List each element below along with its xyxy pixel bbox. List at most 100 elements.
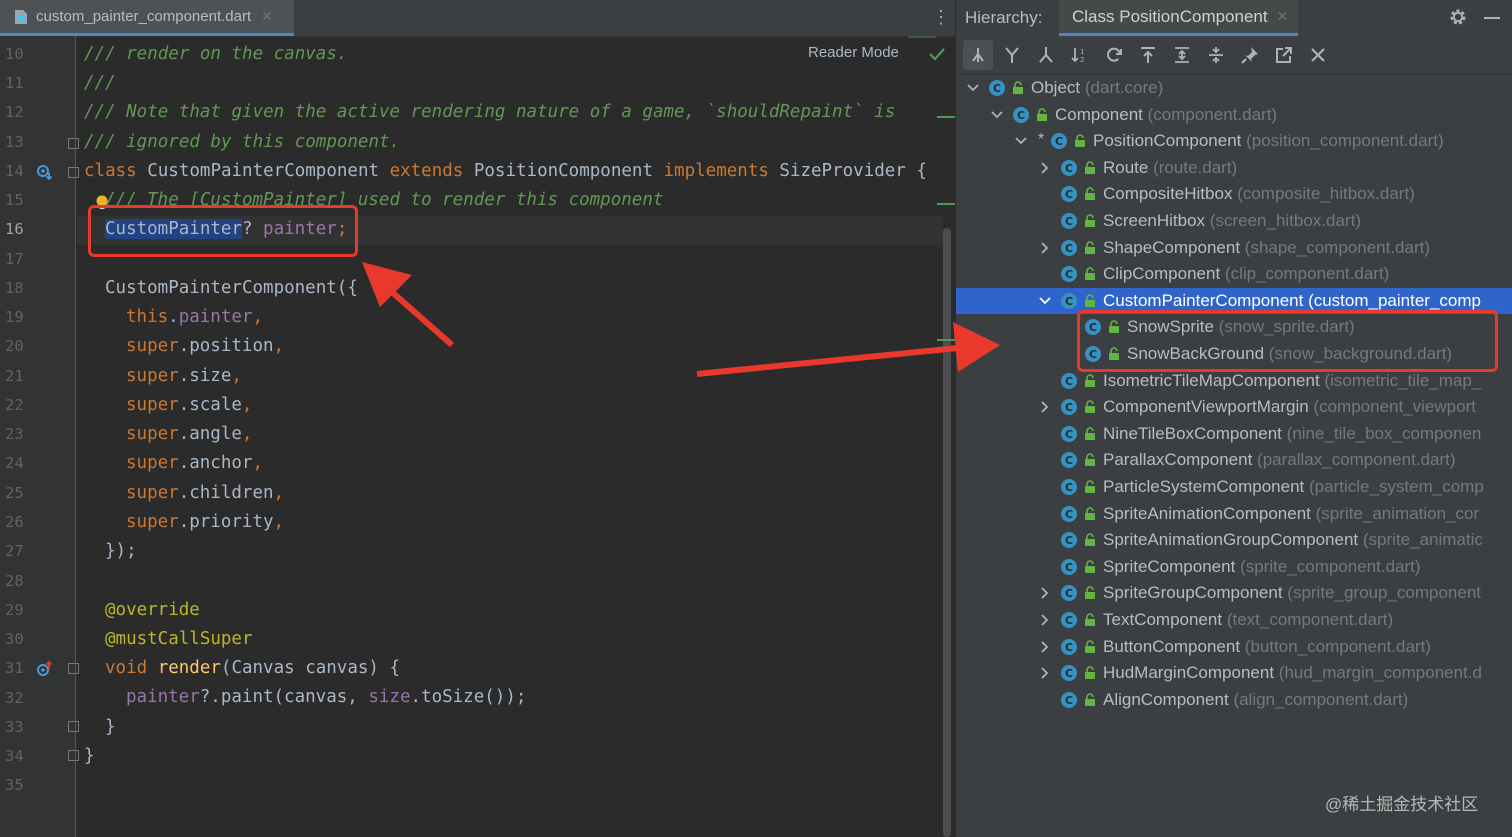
- code-editor[interactable]: custom_painter_component.dart ✕ ⋮ 10 11 …: [0, 0, 955, 837]
- tree-item[interactable]: C SpriteGroupComponent (sprite_group_comp…: [956, 580, 1512, 607]
- tree-item[interactable]: C Object (dart.core): [956, 75, 1512, 102]
- class-hierarchy-icon[interactable]: [1031, 40, 1061, 70]
- sort-alphabetically-icon[interactable]: 12: [1065, 40, 1095, 70]
- pin-icon[interactable]: [1235, 40, 1265, 70]
- tree-item[interactable]: C ShapeComponent (shape_component.dart): [956, 235, 1512, 262]
- chevron-right-icon[interactable]: [1038, 640, 1052, 654]
- tree-item[interactable]: C CompositeHitbox (composite_hitbox.dart): [956, 181, 1512, 208]
- line-number: 31: [5, 659, 24, 677]
- minimize-icon[interactable]: [1484, 17, 1500, 19]
- tree-item[interactable]: C NineTileBoxComponent (nine_tile_box_com…: [956, 421, 1512, 448]
- tree-item[interactable]: C SpriteComponent (sprite_component.dart): [956, 554, 1512, 581]
- fold-marker-icon[interactable]: [68, 750, 79, 761]
- export-icon[interactable]: [1269, 40, 1299, 70]
- public-visibility-icon: [1085, 666, 1095, 680]
- fold-marker-icon[interactable]: [68, 663, 79, 674]
- keyword: this: [126, 307, 169, 327]
- tree-item[interactable]: C ButtonComponent (button_component.dart): [956, 634, 1512, 661]
- collapse-all-icon[interactable]: [1201, 40, 1231, 70]
- line-number: 35: [5, 776, 24, 794]
- close-tab-icon[interactable]: ✕: [1277, 8, 1289, 25]
- public-visibility-icon: [1085, 480, 1095, 493]
- tree-item[interactable]: * C PositionComponent (position_component.…: [956, 128, 1512, 155]
- close-tab-icon[interactable]: ✕: [261, 8, 273, 25]
- tree-item[interactable]: C ClipComponent (clip_component.dart): [956, 261, 1512, 288]
- class-icon: C: [1061, 691, 1077, 708]
- tree-item-label: PositionComponent (position_component.da…: [1093, 131, 1444, 151]
- expand-all-icon[interactable]: [1167, 40, 1197, 70]
- file-name: (dart.core): [1084, 78, 1164, 97]
- class-icon: C: [1061, 372, 1077, 389]
- class-icon: C: [1061, 585, 1077, 602]
- supertypes-hierarchy-icon[interactable]: [997, 40, 1027, 70]
- tree-item[interactable]: C Route (route.dart): [956, 155, 1512, 182]
- tree-item[interactable]: C AlignComponent (align_component.dart): [956, 687, 1512, 714]
- line-number: 25: [5, 484, 24, 502]
- class-name: ButtonComponent: [1103, 636, 1241, 656]
- refresh-icon[interactable]: [1099, 40, 1129, 70]
- scope-up-icon[interactable]: [1133, 40, 1163, 70]
- file-name: (component_viewport: [1313, 397, 1476, 417]
- public-visibility-icon: [1085, 613, 1095, 626]
- close-icon[interactable]: [1303, 40, 1333, 70]
- reader-mode-button[interactable]: Reader Mode: [808, 44, 899, 61]
- tree-item[interactable]: C ComponentViewportMargin (component_view…: [956, 394, 1512, 421]
- hierarchy-tree[interactable]: C Object (dart.core) C Component (component…: [956, 75, 1512, 712]
- chevron-right-icon[interactable]: [1038, 400, 1052, 414]
- public-visibility-icon: [1085, 294, 1095, 307]
- keyword: super: [126, 366, 179, 386]
- tree-item[interactable]: C ParticleSystemComponent (particle_syste…: [956, 474, 1512, 501]
- chevron-down-icon[interactable]: [1038, 294, 1052, 308]
- tree-item[interactable]: C SpriteAnimationGroupComponent (sprite_a…: [956, 527, 1512, 554]
- file-tab[interactable]: custom_painter_component.dart ✕: [0, 0, 294, 36]
- chevron-right-icon[interactable]: [1038, 241, 1052, 255]
- svg-text:C: C: [1065, 454, 1073, 467]
- change-marker: [908, 36, 936, 38]
- keyword: extends: [389, 161, 464, 181]
- hierarchy-tab[interactable]: Class PositionComponent ✕: [1059, 0, 1299, 36]
- editor-scrollbar[interactable]: [943, 228, 951, 837]
- class-icon: C: [1051, 133, 1067, 150]
- chevron-down-icon[interactable]: [966, 81, 980, 95]
- code-line: super.anchor,: [126, 453, 263, 473]
- more-icon[interactable]: ⋮: [932, 6, 950, 28]
- fold-marker-icon[interactable]: [68, 721, 79, 732]
- inspection-ok-icon[interactable]: [928, 45, 946, 63]
- tree-item-label: ParallaxComponent (parallax_component.da…: [1103, 450, 1456, 470]
- file-name: (parallax_component.dart): [1257, 450, 1456, 470]
- implemented-by-icon[interactable]: [36, 163, 54, 181]
- class-name: SpriteComponent: [1103, 556, 1236, 576]
- tree-item[interactable]: C SpriteAnimationComponent (sprite_animat…: [956, 501, 1512, 528]
- dart-file-icon: [15, 9, 27, 24]
- svg-text:C: C: [1065, 188, 1073, 201]
- svg-text:C: C: [1065, 295, 1073, 308]
- chevron-right-icon[interactable]: [1038, 613, 1052, 627]
- chevron-right-icon[interactable]: [1038, 666, 1052, 680]
- tree-item[interactable]: C Component (component.dart): [956, 102, 1512, 129]
- tree-item[interactable]: C HudMarginComponent (hud_margin_componen…: [956, 660, 1512, 687]
- subtypes-hierarchy-icon[interactable]: [963, 40, 993, 70]
- line-number: 28: [5, 572, 24, 590]
- tree-item[interactable]: C ScreenHitbox (screen_hitbox.dart): [956, 208, 1512, 235]
- annotation-box: [1077, 310, 1498, 372]
- class-icon: C: [1061, 638, 1077, 655]
- tree-item[interactable]: C TextComponent (text_component.dart): [956, 607, 1512, 634]
- fold-marker-icon[interactable]: [68, 138, 79, 149]
- chevron-down-icon[interactable]: [990, 108, 1004, 122]
- public-visibility-icon: [1037, 107, 1047, 121]
- change-marker: [937, 203, 955, 205]
- chevron-right-icon[interactable]: [1038, 586, 1052, 600]
- hierarchy-header: Hierarchy: Class PositionComponent ✕: [956, 0, 1512, 36]
- field-name: painter: [178, 307, 253, 327]
- chevron-right-icon[interactable]: [1038, 161, 1052, 175]
- tree-item-label: Route (route.dart): [1103, 158, 1237, 178]
- chevron-down-icon[interactable]: [1014, 134, 1028, 148]
- gear-icon[interactable]: [1448, 7, 1468, 27]
- tree-item[interactable]: C ParallaxComponent (parallax_component.d…: [956, 447, 1512, 474]
- file-name: (sprite_group_component: [1287, 583, 1482, 603]
- overrides-method-icon[interactable]: [36, 660, 54, 678]
- public-visibility-icon: [1085, 161, 1095, 174]
- fold-marker-icon[interactable]: [68, 167, 79, 178]
- tree-item-label: Component (component.dart): [1055, 105, 1277, 125]
- class-icon: C: [1061, 159, 1077, 176]
